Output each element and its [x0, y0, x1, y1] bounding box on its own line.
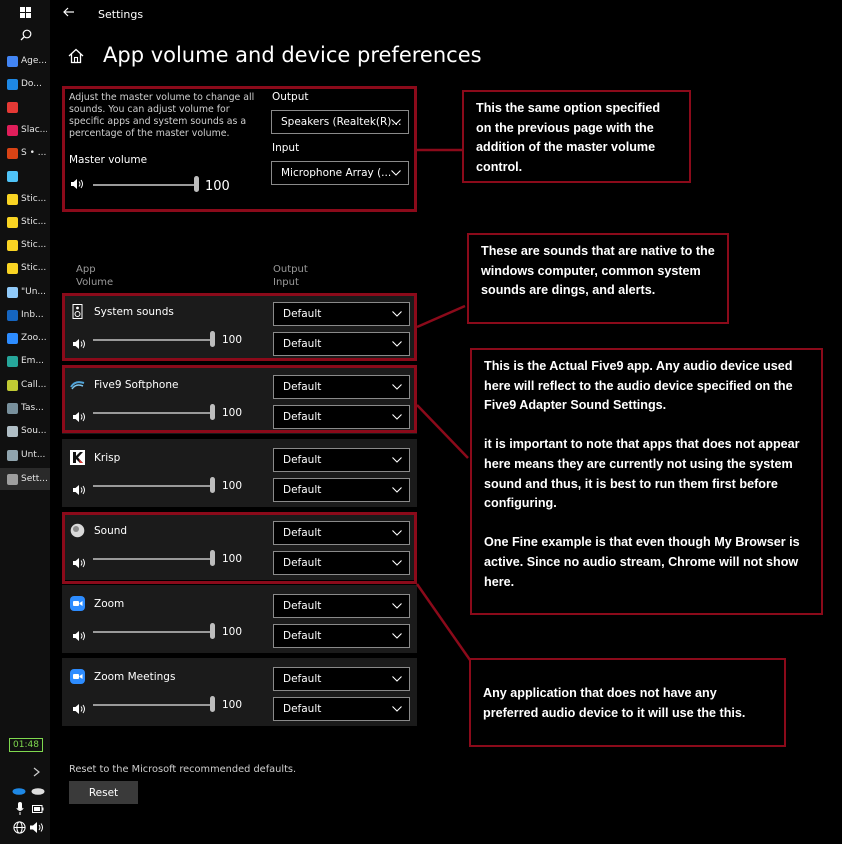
- callout-system-sounds: These are sounds that are native to the …: [467, 233, 729, 324]
- callout-default-device: Any application that does not have any p…: [469, 658, 786, 747]
- callout-five9-app: This is the Actual Five9 app. Any audio …: [470, 348, 823, 615]
- callout-master-volume: This the same option specified on the pr…: [462, 90, 691, 183]
